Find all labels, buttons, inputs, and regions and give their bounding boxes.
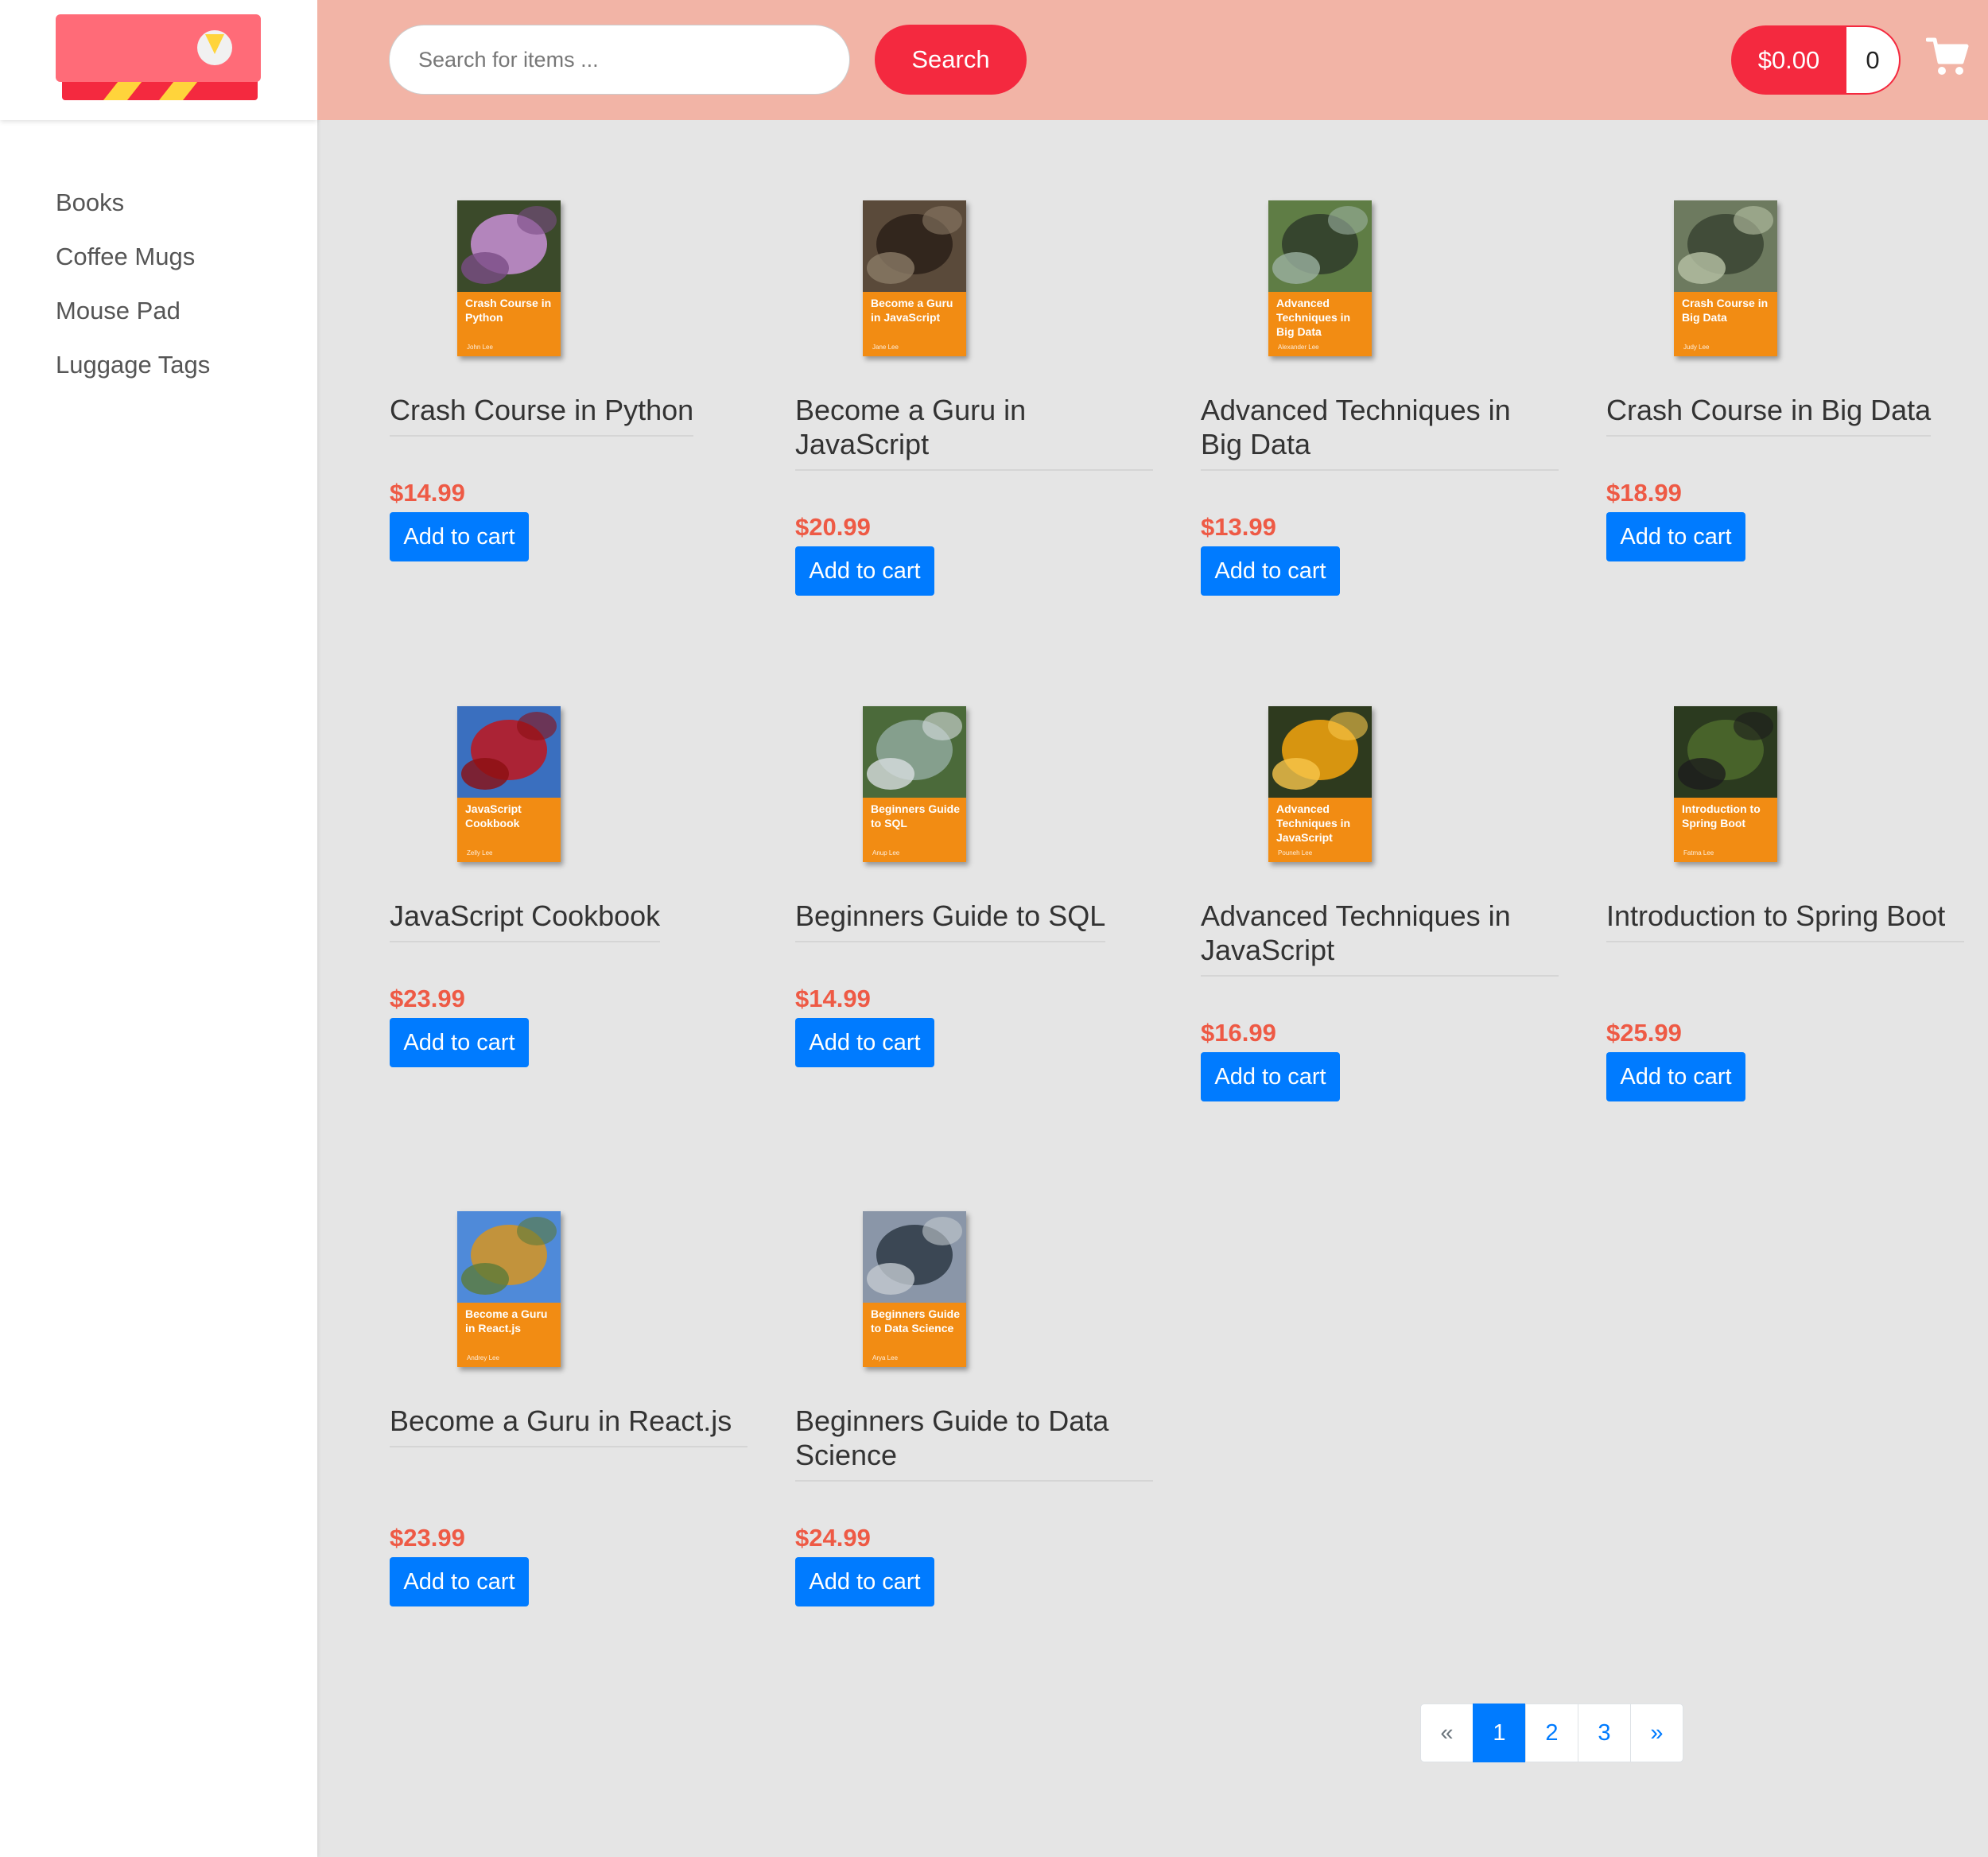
cover-author: Alexander Lee xyxy=(1278,344,1319,351)
category-list: Books Coffee Mugs Mouse Pad Luggage Tags xyxy=(56,183,210,399)
pagination-page-2[interactable]: 2 xyxy=(1525,1704,1578,1762)
cover-title: Beginners Guide to Data Science xyxy=(871,1307,961,1334)
category-item-mouse-pad[interactable]: Mouse Pad xyxy=(56,291,210,345)
pagination: «1 2 3» xyxy=(1420,1704,1683,1762)
product-title[interactable]: Crash Course in Python xyxy=(390,393,694,437)
cover-photo xyxy=(863,1211,966,1303)
cover-author: Andrey Lee xyxy=(467,1354,499,1362)
cover-title: JavaScript Cookbook xyxy=(465,802,522,829)
cover-title: Crash Course in Python xyxy=(465,297,552,324)
cover-photo xyxy=(457,200,561,292)
cover-author: Judy Lee xyxy=(1683,344,1710,351)
cover-title: Become a Guru in JavaScript xyxy=(871,297,953,324)
product-title[interactable]: Advanced Techniques in JavaScript xyxy=(1201,899,1559,977)
cover-photo xyxy=(457,1211,561,1303)
add-to-cart-button[interactable]: Add to cart xyxy=(390,1557,529,1606)
cover-author: Jane Lee xyxy=(872,344,899,351)
cover-author: Fatma Lee xyxy=(1683,849,1714,857)
add-to-cart-button[interactable]: Add to cart xyxy=(390,1018,529,1067)
cover-title: Become a Guru in React.js xyxy=(465,1307,548,1334)
category-item-coffee-mugs[interactable]: Coffee Mugs xyxy=(56,237,210,291)
cover-photo xyxy=(863,200,966,292)
store-logo[interactable] xyxy=(56,14,262,106)
app-root: Books Coffee Mugs Mouse Pad Luggage Tags Se… xyxy=(0,0,1988,1857)
add-to-cart-button[interactable]: Add to cart xyxy=(1201,546,1340,596)
cart-total-badge: $0.00 xyxy=(1731,25,1846,95)
book-cover-image[interactable]: Become a Guru in React.js Andrey Lee xyxy=(457,1211,561,1367)
book-cover-image[interactable]: Introduction to Spring Boot Fatma Lee xyxy=(1674,706,1777,862)
cover-photo xyxy=(1674,200,1777,292)
book-cover-image[interactable]: Advanced Techniques in JavaScript Pouneh … xyxy=(1268,706,1372,862)
product-price: $13.99 xyxy=(1201,513,1276,541)
product-price: $20.99 xyxy=(795,513,871,541)
cover-title: Beginners Guide to SQL xyxy=(871,802,961,829)
product-title[interactable]: Introduction to Spring Boot xyxy=(1606,899,1964,942)
add-to-cart-button[interactable]: Add to cart xyxy=(795,1557,934,1606)
cover-author: Arya Lee xyxy=(872,1354,899,1362)
search-input[interactable] xyxy=(389,25,850,95)
pagination-prev[interactable]: « xyxy=(1420,1704,1474,1762)
product-price: $14.99 xyxy=(795,985,871,1012)
cover-title: Introduction to Spring Boot xyxy=(1682,802,1761,829)
product-price: $18.99 xyxy=(1606,479,1682,507)
add-to-cart-button[interactable]: Add to cart xyxy=(1201,1052,1340,1101)
product-title[interactable]: Become a Guru in JavaScript xyxy=(795,393,1153,471)
book-cover-image[interactable]: Crash Course in Big Data Judy Lee xyxy=(1674,200,1777,356)
product-title[interactable]: Crash Course in Big Data xyxy=(1606,393,1932,437)
cover-author: John Lee xyxy=(467,344,493,351)
search-button[interactable]: Search xyxy=(875,25,1027,95)
cart-count-badge: 0 xyxy=(1846,25,1901,95)
top-header: Search $0.00 0 xyxy=(317,0,1988,120)
logo-area xyxy=(0,0,317,120)
add-to-cart-button[interactable]: Add to cart xyxy=(1606,512,1745,561)
cover-title: Advanced Techniques in JavaScript xyxy=(1276,802,1351,844)
cover-photo xyxy=(1674,706,1777,798)
sidebar: Books Coffee Mugs Mouse Pad Luggage Tags xyxy=(0,0,317,1857)
pagination-page-1[interactable]: 1 xyxy=(1473,1704,1526,1762)
product-price: $14.99 xyxy=(390,479,465,507)
product-price: $25.99 xyxy=(1606,1019,1682,1047)
product-title[interactable]: Beginners Guide to SQL xyxy=(795,899,1106,942)
pagination-page-3[interactable]: 3 xyxy=(1578,1704,1631,1762)
book-cover-image[interactable]: Beginners Guide to SQL Anup Lee xyxy=(863,706,966,862)
cover-photo xyxy=(863,706,966,798)
product-price: $23.99 xyxy=(390,1524,465,1552)
cover-title: Crash Course in Big Data xyxy=(1682,297,1769,324)
book-cover-image[interactable]: JavaScript Cookbook Zelly Lee xyxy=(457,706,561,862)
book-cover-image[interactable]: Become a Guru in JavaScript Jane Lee xyxy=(863,200,966,356)
book-cover-image[interactable]: Beginners Guide to Data Science Arya Lee xyxy=(863,1211,966,1367)
cover-author: Pouneh Lee xyxy=(1278,849,1313,857)
product-title[interactable]: Advanced Techniques in Big Data xyxy=(1201,393,1559,471)
cover-author: Zelly Lee xyxy=(467,849,493,857)
product-price: $24.99 xyxy=(795,1524,871,1552)
cover-author: Anup Lee xyxy=(872,849,900,857)
category-item-books[interactable]: Books xyxy=(56,183,210,237)
add-to-cart-button[interactable]: Add to cart xyxy=(795,546,934,596)
product-title[interactable]: JavaScript Cookbook xyxy=(390,899,661,942)
product-title[interactable]: Beginners Guide to Data Science xyxy=(795,1404,1153,1482)
cover-title: Advanced Techniques in Big Data xyxy=(1276,297,1351,338)
add-to-cart-button[interactable]: Add to cart xyxy=(1606,1052,1745,1101)
product-price: $23.99 xyxy=(390,985,465,1012)
category-item-luggage-tags[interactable]: Luggage Tags xyxy=(56,345,210,399)
product-price: $16.99 xyxy=(1201,1019,1276,1047)
add-to-cart-button[interactable]: Add to cart xyxy=(795,1018,934,1067)
cover-photo xyxy=(1268,706,1372,798)
book-cover-image[interactable]: Advanced Techniques in Big Data Alexander… xyxy=(1268,200,1372,356)
pagination-next[interactable]: » xyxy=(1630,1704,1683,1762)
add-to-cart-button[interactable]: Add to cart xyxy=(390,512,529,561)
cover-photo xyxy=(1268,200,1372,292)
cover-photo xyxy=(457,706,561,798)
shopping-cart-icon[interactable] xyxy=(1926,37,1969,76)
product-title[interactable]: Become a Guru in React.js xyxy=(390,1404,747,1447)
book-cover-image[interactable]: Crash Course in Python John Lee xyxy=(457,200,561,356)
